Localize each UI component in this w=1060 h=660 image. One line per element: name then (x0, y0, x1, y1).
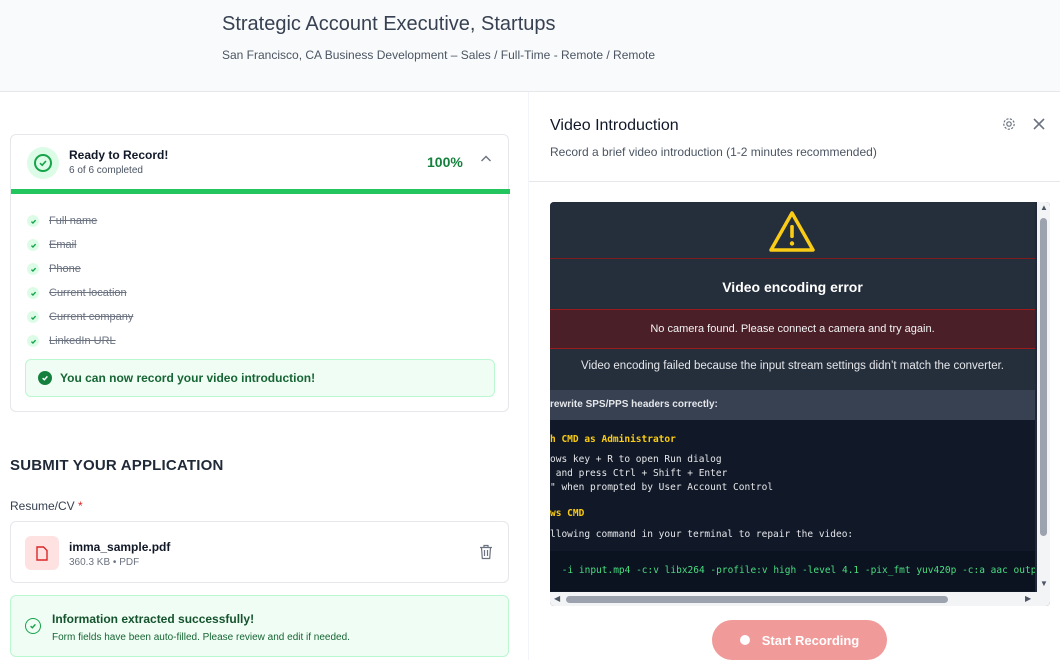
error-title: Video encoding error (722, 279, 863, 295)
pdf-file-icon (25, 536, 59, 570)
step-line: llowing command in your terminal to repa… (550, 529, 854, 540)
check-circle-icon (27, 147, 59, 179)
step-title: h CMD as Administrator (550, 434, 676, 445)
panel-title: Video Introduction (550, 117, 679, 134)
progress-card: Ready to Record! 6 of 6 completed 100% F… (10, 134, 510, 412)
progress-percent: 100% (427, 154, 463, 170)
video-introduction-panel: Video Introduction Record a brief video … (528, 92, 1060, 660)
checklist-item: Current location (27, 281, 133, 305)
section-title: SUBMIT YOUR APPLICATION (10, 457, 224, 474)
step-line: and press Ctrl + Shift + Enter (550, 468, 728, 479)
extract-title: Information extracted successfully! (52, 612, 255, 626)
checklist-item-label: Full name (49, 215, 98, 227)
ready-note-text: You can now record your video introducti… (60, 371, 316, 385)
scroll-down-icon[interactable]: ▼ (1040, 579, 1048, 588)
check-icon (27, 263, 39, 275)
trash-icon[interactable] (479, 544, 493, 560)
job-title: Strategic Account Executive, Startups (222, 13, 556, 35)
close-icon[interactable] (1031, 116, 1047, 132)
progress-title: Ready to Record! (69, 148, 169, 162)
checklist-item: Email (27, 233, 133, 257)
checklist-item-label: Current company (49, 311, 134, 323)
chevron-up-icon[interactable] (480, 153, 492, 165)
resume-file-card: imma_sample.pdf 360.3 KB • PDF (10, 521, 509, 583)
progress-bar-fill (11, 189, 510, 194)
instruction-header: rewrite SPS/PPS headers correctly: (550, 390, 1035, 420)
step-title: ws CMD (550, 508, 585, 519)
warning-icon (769, 211, 815, 252)
progress-bar (11, 189, 510, 194)
extract-subtitle: Form fields have been auto-filled. Pleas… (52, 632, 350, 643)
record-button-label: Start Recording (761, 632, 860, 648)
start-recording-button[interactable]: Start Recording (712, 620, 887, 660)
progress-subtitle: 6 of 6 completed (69, 165, 143, 176)
progress-card-header[interactable]: Ready to Record! 6 of 6 completed 100% (11, 135, 508, 191)
checklist-item-label: Current location (49, 287, 127, 299)
checklist-item: Current company (27, 305, 133, 329)
checklist-item-label: Phone (49, 263, 81, 275)
scrollbar-thumb[interactable] (1040, 218, 1047, 536)
error-description: Video encoding failed because the input … (581, 360, 1004, 372)
vertical-scrollbar[interactable]: ▲ ▼ (1037, 202, 1050, 592)
resume-label: Resume/CV * (10, 499, 83, 513)
check-icon (27, 239, 39, 251)
viewer-content: Video encoding error No camera found. Pl… (550, 202, 1035, 592)
check-circle-icon (25, 618, 41, 634)
requirements-checklist: Full name Email Phone Current location Curre… (27, 209, 133, 353)
check-icon (27, 335, 39, 347)
ready-note: You can now record your video introducti… (25, 359, 495, 397)
repair-command[interactable]: -i input.mp4 -c:v libx264 -profile:v hig… (550, 551, 1035, 591)
check-icon (27, 287, 39, 299)
job-meta: San Francisco, CA Business Development –… (222, 48, 656, 62)
check-icon (27, 215, 39, 227)
required-mark: * (78, 499, 83, 513)
check-icon (27, 311, 39, 323)
video-error-viewer[interactable]: Video encoding error No camera found. Pl… (550, 202, 1050, 606)
error-banner: No camera found. Please connect a camera… (550, 309, 1035, 349)
step-line: ows key + R to open Run dialog (550, 454, 722, 465)
panel-subtitle: Record a brief video introduction (1-2 m… (550, 145, 877, 159)
checklist-item-label: LinkedIn URL (49, 335, 116, 347)
resume-label-text: Resume/CV (10, 499, 75, 513)
file-meta: 360.3 KB • PDF (69, 557, 140, 568)
job-header: Strategic Account Executive, Startups Sa… (0, 0, 1060, 92)
checklist-item: Full name (27, 209, 133, 233)
terminal-instructions: h CMD as Administrator ows key + R to op… (550, 420, 1035, 592)
checklist-item-label: Email (49, 239, 77, 251)
scroll-right-icon[interactable]: ▶ (1025, 594, 1031, 603)
file-name: imma_sample.pdf (69, 540, 171, 554)
step-line: " when prompted by User Account Control (550, 482, 774, 493)
scrollbar-thumb[interactable] (566, 596, 948, 603)
extract-success-note: Information extracted successfully! Form… (10, 595, 509, 657)
horizontal-scrollbar[interactable]: ◀ ▶ (550, 592, 1050, 606)
checklist-item: Phone (27, 257, 133, 281)
divider (550, 258, 1035, 259)
checklist-item: LinkedIn URL (27, 329, 133, 353)
scroll-left-icon[interactable]: ◀ (554, 594, 560, 603)
panel-divider (529, 181, 1060, 182)
gear-icon[interactable] (1002, 117, 1016, 131)
scroll-up-icon[interactable]: ▲ (1040, 203, 1048, 212)
record-dot-icon (739, 635, 750, 645)
check-circle-icon (38, 371, 52, 385)
